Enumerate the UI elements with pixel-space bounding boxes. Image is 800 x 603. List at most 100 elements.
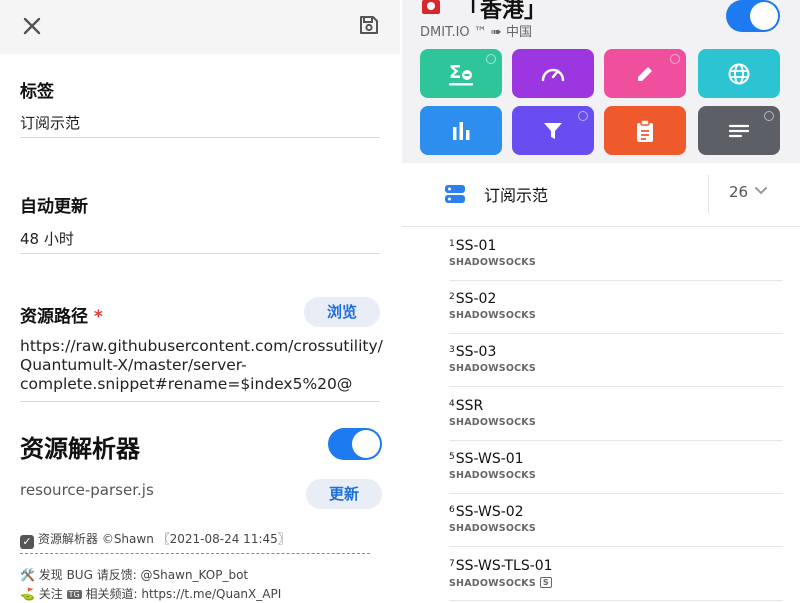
resource-url-underline [20, 401, 380, 402]
tile-clipboard[interactable] [604, 106, 686, 155]
server-item[interactable]: 6SS-WS-02 SHADOWSOCKS [449, 493, 783, 547]
server-name: 4SSR [449, 398, 483, 414]
tile-speed[interactable] [512, 49, 594, 98]
server-index: 1 [449, 239, 455, 249]
server-name: 5SS-WS-01 [449, 451, 524, 467]
url-line: complete.snippet#rename=$index5%20@ [20, 375, 353, 393]
bug-feedback-note: 🛠️ 发现 BUG 请反馈: @Shawn_KOP_bot [20, 568, 249, 582]
server-type: SHADOWSOCKS [449, 417, 536, 428]
server-name-text: SS-02 [455, 291, 497, 307]
server-item[interactable]: 3SS-03 SHADOWSOCKS [449, 333, 783, 387]
server-item[interactable]: 2SS-02 SHADOWSOCKS [449, 280, 783, 334]
server-type-text: SHADOWSOCKS [449, 578, 536, 589]
server-type: SHADOWSOCKS [449, 257, 536, 268]
server-name-text: SSR [455, 398, 484, 414]
group-name: 订阅示范 [484, 186, 549, 205]
server-index: 3 [449, 345, 455, 355]
channel-prefix: ⛳ 关注 [20, 587, 63, 601]
toggle-knob [352, 430, 380, 458]
clipboard-icon [637, 118, 653, 142]
server-index: 5 [449, 452, 455, 462]
server-subtitle: DMIT.IO ™ ➠ 中国 [420, 25, 532, 40]
server-panel: 「香港」 DMIT.IO ™ ➠ 中国 Σ 订阅示范 26 1SS-01 SHA… [402, 0, 800, 603]
channel-note: ⛳ 关注 TG 相关频道: https://t.me/QuanX_API [20, 585, 281, 602]
resource-parser-title: 资源解析器 [20, 435, 140, 463]
pencil-icon [638, 66, 652, 81]
tile-log[interactable] [698, 106, 780, 155]
server-name-text: SS-WS-TLS-01 [455, 558, 553, 574]
server-name-text: SS-01 [455, 238, 497, 254]
server-type: SHADOWSOCKS [449, 523, 536, 534]
server-item[interactable]: 7SS-WS-TLS-01 SHADOWSOCKS S [449, 547, 783, 601]
server-toggle[interactable] [726, 0, 780, 32]
checkbox-icon: ✓ [20, 535, 34, 549]
save-icon[interactable] [357, 13, 381, 37]
server-name-text: SS-WS-01 [455, 451, 524, 467]
server-name: 1SS-01 [449, 238, 496, 254]
tag-label: 标签 [20, 82, 54, 102]
edit-resource-panel: 标签 订阅示范 自动更新 48 小时 资源路径 * 浏览 https://raw… [0, 0, 400, 603]
tag-input[interactable]: 订阅示范 [20, 112, 80, 133]
server-name: 2SS-02 [449, 291, 496, 307]
server-name: 7SS-WS-TLS-01 [449, 558, 553, 574]
dashed-divider [20, 553, 370, 554]
lines-icon [728, 124, 750, 137]
update-button[interactable]: 更新 [306, 479, 382, 509]
auto-update-label: 自动更新 [20, 197, 88, 217]
group-separator [708, 175, 709, 213]
channel-suffix: 相关频道: https://t.me/QuanX_API [85, 587, 282, 601]
server-list-card: 订阅示范 26 1SS-01 SHADOWSOCKS 2SS-02 SHADOW… [402, 163, 800, 603]
tg-badge: TG [66, 590, 82, 599]
server-item[interactable]: 4SSR SHADOWSOCKS [449, 387, 783, 441]
url-line: Quantumult-X/master/server- [20, 356, 247, 374]
server-item[interactable]: 5SS-WS-01 SHADOWSOCKS [449, 440, 783, 494]
parser-credit: ✓ 资源解析器 ©Shawn 〖2021-08-24 11:45〗 [20, 530, 290, 549]
url-line: https://raw.githubusercontent.com/crossu… [20, 337, 383, 355]
group-count: 26 [729, 183, 749, 201]
chevron-down-icon[interactable] [754, 186, 768, 196]
tile-edit[interactable] [604, 49, 686, 98]
browse-button[interactable]: 浏览 [304, 297, 380, 327]
server-type: SHADOWSOCKS [449, 470, 536, 481]
required-mark: * [93, 307, 103, 327]
funnel-icon [544, 122, 562, 139]
server-item[interactable]: 1SS-01 SHADOWSOCKS [449, 227, 783, 281]
toggle-knob [750, 2, 778, 30]
parser-file-name[interactable]: resource-parser.js [20, 481, 154, 499]
server-index: 4 [449, 399, 455, 409]
resource-path-label: 资源路径 * [20, 302, 103, 327]
parser-credit-text: 资源解析器 ©Shawn 〖2021-08-24 11:45〗 [38, 532, 290, 546]
server-name-text: SS-WS-02 [455, 504, 524, 520]
server-index: 2 [449, 292, 455, 302]
hong-kong-flag-icon [422, 0, 440, 14]
sigma-filter-icon: Σ [449, 62, 473, 85]
tag-underline [20, 137, 380, 138]
server-header: 「香港」 DMIT.IO ™ ➠ 中国 Σ [402, 0, 800, 163]
globe-icon [728, 63, 750, 84]
svg-text:Σ: Σ [449, 62, 461, 83]
resource-parser-toggle[interactable] [328, 428, 382, 460]
tile-filter[interactable] [512, 106, 594, 155]
tile-stats[interactable] [420, 106, 502, 155]
auto-update-underline [20, 253, 380, 254]
resource-path-title: 资源路径 [20, 307, 88, 327]
bar-chart-icon [453, 121, 470, 140]
speedometer-icon [541, 68, 565, 81]
resource-url-input[interactable]: https://raw.githubusercontent.com/crossu… [20, 337, 383, 394]
tile-sigma[interactable]: Σ [420, 49, 502, 98]
server-type: SHADOWSOCKS [449, 363, 536, 374]
server-index: 6 [449, 505, 455, 515]
server-stack-icon [445, 185, 465, 203]
server-badge: S [539, 577, 552, 588]
server-name: 3SS-03 [449, 344, 496, 360]
server-type: SHADOWSOCKS S [449, 577, 552, 589]
server-index: 7 [449, 559, 455, 569]
server-type: SHADOWSOCKS [449, 310, 536, 321]
editor-header [0, 0, 400, 54]
server-name-text: SS-03 [455, 344, 497, 360]
auto-update-field[interactable]: 48 小时 [20, 228, 74, 249]
tile-globe[interactable] [698, 49, 780, 98]
policy-group-row[interactable]: 订阅示范 26 [402, 163, 800, 227]
server-name: 6SS-WS-02 [449, 504, 524, 520]
close-icon[interactable] [20, 14, 44, 38]
